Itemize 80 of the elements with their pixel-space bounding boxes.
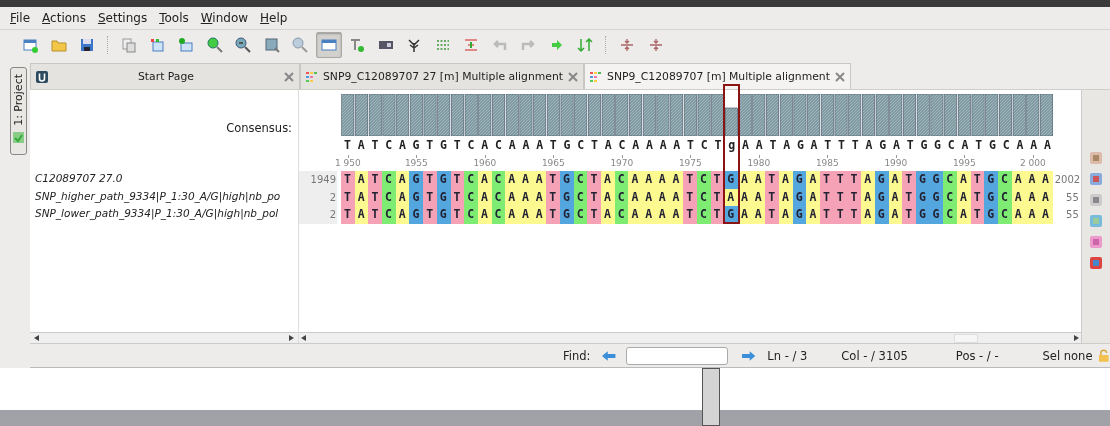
ruler-label: 2 000 (1019, 158, 1046, 168)
project-icon (13, 131, 24, 143)
ruler-label: 1975 (678, 158, 702, 168)
ruler-label: 1 950 (334, 158, 361, 168)
ruler-label: 1990 (884, 158, 908, 168)
scroll-right-icon[interactable] (289, 335, 294, 341)
editor-tab[interactable]: Start Page (30, 63, 300, 89)
ruler-label: 1965 (541, 158, 565, 168)
find-label: Find: (563, 348, 591, 363)
tab-label: SNP9_C12089707 27 [m] Multiple alignment (323, 70, 564, 83)
splitter-handle[interactable] (702, 368, 720, 426)
selection-indicator: Sel none (1042, 348, 1093, 363)
zoom-icon (292, 36, 308, 53)
position-indicator: Pos - / - (955, 348, 999, 363)
tool-window-icon[interactable] (1090, 173, 1102, 185)
panel-tab-label: 1: Project (12, 74, 25, 126)
sequence-name[interactable]: SNP_lower_path_9334|P_1:30_A/G|high|nb_pol (35, 207, 279, 219)
next-arrow-icon[interactable] (741, 350, 756, 361)
row-start-position: 1949 (299, 171, 337, 189)
menu-item[interactable]: File (4, 11, 37, 25)
menu-item[interactable]: Help (254, 11, 294, 25)
scroll-right-icon[interactable] (1074, 335, 1079, 341)
consensus-label: Consensus: (226, 122, 292, 134)
add-file-icon (178, 36, 194, 53)
close-icon[interactable] (834, 71, 845, 82)
row-end-position: 55 (1065, 190, 1079, 205)
text-add-icon (349, 36, 365, 53)
tool-window-icon[interactable] (1090, 236, 1102, 248)
zoom-out-icon (235, 36, 251, 53)
sequence-name[interactable]: C12089707 27.0 (35, 172, 123, 184)
ruler-label: 1955 (404, 158, 428, 168)
tab-label: SNP9_C12089707 [m] Multiple alignment (607, 70, 830, 83)
row-start-position: 2 (299, 206, 337, 224)
close-icon[interactable] (284, 71, 294, 82)
window-icon (320, 36, 337, 53)
tool-window-icon[interactable] (1090, 257, 1102, 269)
collapse-icon (647, 36, 664, 53)
find-field[interactable] (625, 346, 728, 365)
lines-icon (463, 36, 479, 53)
menu-item[interactable]: Actions (36, 11, 92, 25)
row-end-position: 55 (1065, 208, 1079, 222)
row-end-position: 2002 (1053, 173, 1079, 187)
alignment-icon (306, 70, 318, 83)
tool-window-icon[interactable] (1090, 194, 1102, 206)
menu-item[interactable]: Tools (153, 11, 195, 25)
ruler-label: 1970 (610, 158, 634, 168)
ruler-label: 1995 (952, 158, 976, 168)
column-indicator: Col - / 3105 (841, 348, 908, 363)
tool-window-icon[interactable] (1090, 215, 1102, 227)
menu-item[interactable]: Window (194, 11, 255, 25)
copy-icon (121, 36, 137, 53)
horizontal-scrollbar[interactable] (299, 332, 1081, 343)
ruler-label: 1980 (747, 158, 771, 168)
horizontal-scrollbar[interactable] (30, 332, 298, 343)
zoom-in-icon (206, 36, 223, 53)
app-logo-icon (36, 70, 48, 83)
menu-item[interactable]: Settings (91, 11, 154, 25)
sequence-name[interactable]: SNP_higher_path_9334|P_1:30_A/G|high|nb_po (35, 189, 281, 202)
previous-arrow-icon[interactable] (602, 350, 616, 361)
sort-icon (577, 36, 593, 53)
alignment-icon (590, 70, 603, 83)
ruler-label: 1960 (473, 158, 497, 168)
scroll-left-icon[interactable] (301, 335, 306, 341)
scroll-left-icon[interactable] (34, 335, 39, 341)
close-icon[interactable] (568, 71, 579, 82)
scrollbar-thumb[interactable] (954, 334, 978, 343)
add-sequence-icon (149, 36, 166, 53)
editor-tab[interactable]: SNP9_C12089707 27 [m] Multiple alignment (300, 63, 585, 89)
new-window-icon (22, 36, 38, 53)
ruler-label: 1985 (815, 158, 839, 168)
tool-window-icon[interactable] (1090, 152, 1102, 164)
zoom-fit-icon (263, 36, 280, 53)
lock-icon[interactable] (1098, 349, 1110, 362)
project-panel-tab[interactable]: 1: Project (10, 67, 27, 155)
collapse-icon (619, 36, 635, 53)
editor-tab[interactable]: SNP9_C12089707 [m] Multiple alignment (584, 63, 851, 89)
line-indicator: Ln - / 3 (767, 348, 808, 363)
tree-icon (406, 36, 422, 53)
floppy-icon (79, 36, 95, 53)
tab-label: Start Page (137, 70, 195, 83)
